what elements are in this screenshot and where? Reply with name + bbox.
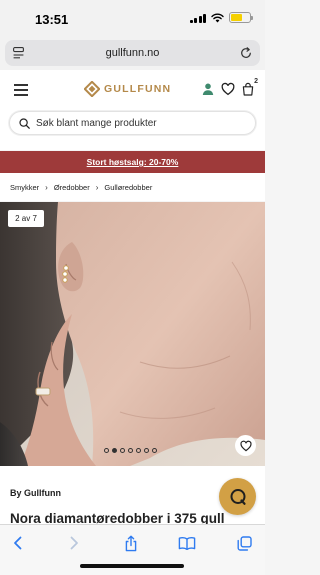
bookmarks-button[interactable]	[178, 534, 196, 552]
share-icon	[125, 535, 137, 551]
bookmarks-icon	[178, 537, 196, 550]
gallery-dot[interactable]	[152, 448, 157, 453]
logo[interactable]: GULLFUNN	[84, 81, 171, 97]
heart-icon[interactable]	[221, 82, 235, 96]
browser-toolbar	[0, 524, 265, 575]
image-counter: 2 av 7	[8, 210, 44, 227]
logo-mark-icon	[84, 81, 100, 97]
search-placeholder: Søk blant mange produkter	[36, 117, 157, 129]
breadcrumb-item[interactable]: Øredobber	[54, 183, 90, 192]
cart-icon	[242, 82, 254, 96]
battery-fill	[231, 14, 242, 21]
breadcrumb-item[interactable]: Smykker	[10, 183, 39, 192]
gallery-dots	[104, 448, 157, 453]
promo-link[interactable]: Stort høstsalg: 20-70%	[87, 157, 179, 167]
menu-icon[interactable]	[14, 84, 28, 96]
browser-address-area: gullfunn.no	[0, 38, 265, 70]
add-to-favorites-button[interactable]	[235, 435, 256, 456]
search-icon	[19, 117, 30, 129]
breadcrumb-item[interactable]: Gulløredobber	[104, 183, 152, 192]
product-image[interactable]: 2 av 7	[0, 202, 265, 466]
wifi-icon	[211, 13, 224, 22]
product-photo	[0, 202, 265, 466]
reload-icon[interactable]	[239, 46, 253, 60]
site-header: GULLFUNN 2 Søk blant mange produkter	[0, 70, 265, 150]
account-icon[interactable]	[201, 82, 215, 96]
gallery-dot[interactable]	[128, 448, 133, 453]
header-actions: 2	[201, 78, 258, 96]
address-bar[interactable]: gullfunn.no	[5, 40, 260, 66]
breadcrumb-separator: ›	[45, 182, 48, 192]
chat-icon	[230, 488, 246, 505]
signal-icon	[189, 13, 206, 23]
logo-text: GULLFUNN	[104, 83, 172, 95]
share-button[interactable]	[122, 534, 140, 552]
gallery-dot[interactable]	[144, 448, 149, 453]
gallery-dot[interactable]	[136, 448, 141, 453]
back-icon	[14, 536, 22, 550]
status-icons	[189, 12, 253, 23]
back-button[interactable]	[9, 534, 27, 552]
home-indicator	[80, 564, 184, 568]
product-brand[interactable]: By Gullfunn	[10, 488, 61, 498]
forward-button[interactable]	[65, 534, 83, 552]
gallery-dot[interactable]	[120, 448, 125, 453]
gallery-dot[interactable]	[104, 448, 109, 453]
battery-icon	[229, 12, 253, 23]
heart-icon	[239, 440, 252, 451]
status-bar: 13:51	[0, 0, 265, 38]
chat-button[interactable]	[219, 478, 256, 515]
breadcrumb-separator: ›	[95, 182, 99, 192]
cart-button[interactable]: 2	[241, 78, 258, 96]
cart-count: 2	[254, 78, 258, 85]
promo-banner[interactable]: Stort høstsalg: 20-70%	[0, 151, 265, 173]
page-menu-icon[interactable]	[13, 47, 24, 59]
breadcrumb: Smykker › Øredobber › Gulløredobber	[0, 173, 265, 201]
search-input[interactable]: Søk blant mange produkter	[9, 111, 256, 135]
status-time: 13:51	[35, 12, 69, 27]
gallery-dot-active[interactable]	[112, 448, 117, 453]
forward-icon	[70, 536, 78, 550]
url-text: gullfunn.no	[105, 47, 160, 59]
tabs-button[interactable]	[235, 534, 253, 552]
tabs-icon	[237, 535, 252, 551]
